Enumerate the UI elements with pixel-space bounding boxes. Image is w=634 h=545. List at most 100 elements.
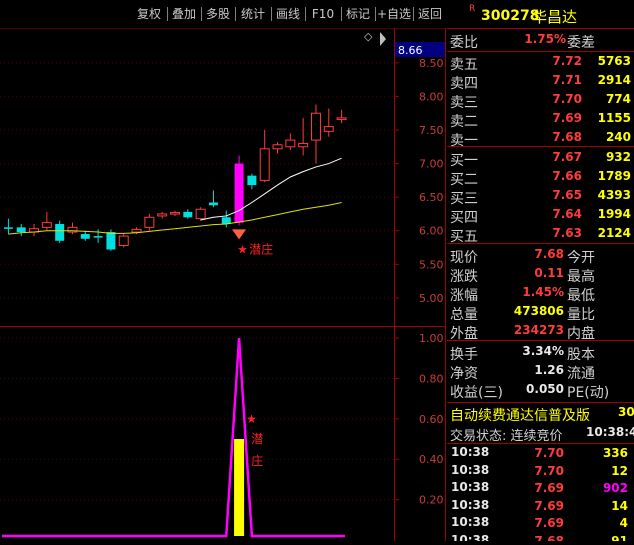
chart-area[interactable]: 8.50 8.00 7.50 7.00 6.50 6.00 5.50 5.00 1.00 0.8… [0, 27, 446, 541]
price-tick-label: 8.00 [419, 90, 444, 103]
candle-body [118, 235, 129, 246]
signal-bar [234, 439, 245, 536]
tick-time: 10:38 [451, 532, 490, 542]
price-tick-label: 7.50 [419, 124, 444, 137]
asks-price: 7.69 [552, 111, 582, 125]
status-row: 交易状态: 连续竞价 10:38:4 [447, 423, 634, 445]
status-time: 10:38:4 [586, 425, 634, 439]
play-arrow-icon[interactable] [380, 32, 386, 46]
stat-right-label: PE(动) [567, 385, 610, 401]
indicator-tick-label: 1.00 [419, 332, 444, 345]
draw-line-button[interactable]: 画线 [272, 4, 304, 24]
quote-panel: R 300278 华昌达 委比 1.75% 委差 卖五 7.72 5763 卖四 7.7… [447, 0, 634, 541]
divider [447, 28, 634, 29]
candle-body [106, 232, 116, 250]
indicator-layer: ★ 潜庄 [2, 337, 345, 538]
price-tick-label: 6.00 [419, 225, 444, 238]
asks-price: 7.68 [552, 130, 582, 144]
price-tick-label: 7.00 [419, 158, 444, 171]
divider [447, 340, 634, 341]
candle-body [16, 227, 26, 233]
bids-price: 7.64 [552, 207, 582, 221]
tick-volume: 14 [611, 498, 628, 513]
tick-row[interactable]: 10:38 7.69 902 [447, 479, 634, 497]
tick-row[interactable]: 10:38 7.70 12 [447, 462, 634, 480]
candle-body [55, 224, 65, 241]
kline-chart[interactable]: 8.50 8.00 7.50 7.00 6.50 6.00 5.50 5.00 1.00 0.8… [0, 27, 446, 541]
add-watchlist-button[interactable]: +自选 [376, 4, 412, 24]
stat-label: 收益(三) [450, 385, 503, 401]
current-price-tag: 8.66 [398, 44, 423, 57]
candle-body [323, 126, 334, 132]
divider [447, 146, 634, 147]
stat-value: 7.68 [534, 247, 564, 261]
asks-volume: 240 [605, 130, 631, 144]
tick-price: 7.69 [534, 516, 564, 530]
ma-line-white [200, 157, 342, 221]
bids-price: 7.63 [552, 226, 582, 240]
price-tick-label: 6.50 [419, 191, 444, 204]
indicator-tick-label: 0.40 [419, 453, 444, 466]
asks-volume: 1155 [597, 111, 631, 125]
stock-header: R 300278 华昌达 [447, 4, 634, 28]
candle-body [234, 163, 244, 223]
asks-volume: 774 [605, 92, 631, 106]
tick-price: 7.69 [534, 498, 564, 513]
indicator-tick-label: 0.60 [419, 413, 444, 426]
stat-value: 234273 [513, 323, 564, 337]
back-button[interactable]: 返回 [414, 4, 446, 24]
tick-row[interactable]: 10:38 7.69 14 [447, 497, 634, 515]
bids-volume: 1789 [597, 169, 631, 183]
fuquan-button[interactable]: 复权 [132, 4, 166, 24]
bids-price: 7.66 [552, 169, 582, 183]
banner-row[interactable]: 自动续费通达信普及版 30 [447, 403, 634, 425]
tick-time: 10:38 [451, 497, 490, 512]
multi-stock-button[interactable]: 多股 [202, 4, 234, 24]
bids-volume: 2124 [597, 226, 631, 240]
tick-row[interactable]: 10:38 7.69 4 [447, 514, 634, 532]
candle-body [183, 211, 193, 218]
asks-volume: 5763 [597, 54, 631, 68]
tick-price: 7.70 [534, 463, 564, 478]
candle-body [221, 217, 231, 224]
star-icon: ★ [237, 242, 248, 256]
diamond-icon[interactable]: ◇ [364, 30, 373, 43]
tick-price: 7.69 [534, 481, 564, 495]
indicator-tick-label: 0.20 [419, 494, 444, 507]
bids-volume: 4393 [597, 188, 631, 202]
signal-line [2, 337, 345, 538]
statistics-button[interactable]: 统计 [236, 4, 270, 24]
tick-row[interactable]: 10:38 7.68 91 [447, 532, 634, 542]
stock-name: 华昌达 [532, 8, 578, 26]
mark-button[interactable]: 标记 [342, 4, 374, 24]
stat-value: 1.45% [522, 285, 564, 299]
bids-volume: 1994 [597, 207, 631, 221]
banner-text[interactable]: 自动续费通达信普及版 [450, 405, 590, 425]
tick-price: 7.68 [534, 533, 564, 542]
asks-volume: 2914 [597, 73, 631, 87]
candle-body [80, 234, 90, 239]
price-tick-label: 5.00 [419, 292, 444, 305]
tick-volume: 4 [619, 516, 628, 530]
bids-price: 7.65 [552, 188, 582, 202]
bids-price: 7.67 [552, 150, 582, 164]
stock-code: 300278 [481, 8, 540, 24]
tick-volume: 902 [602, 481, 628, 495]
f10-button[interactable]: F10 [306, 4, 340, 24]
tick-price: 7.70 [534, 446, 564, 460]
stat-row: 收益(三) 0.050 PE(动) [447, 380, 634, 402]
candle-body [157, 213, 168, 217]
tick-row[interactable]: 10:38 7.70 336 [447, 444, 634, 462]
weibi-row: 委比 1.75% 委差 [447, 30, 634, 52]
stat-value: 0.11 [534, 266, 564, 280]
overlay-button[interactable]: 叠加 [168, 4, 200, 24]
candle-body [208, 202, 218, 206]
tick-time: 10:38 [451, 462, 490, 477]
banner-tail: 30 [618, 405, 634, 419]
candle-body [144, 216, 155, 228]
asks-label: 卖一 [450, 133, 478, 149]
stat-value: 0.050 [526, 382, 564, 396]
divider [447, 243, 634, 244]
ma-layer: ★ 潜庄 [8, 157, 342, 256]
signal-gem-icon [232, 229, 247, 240]
